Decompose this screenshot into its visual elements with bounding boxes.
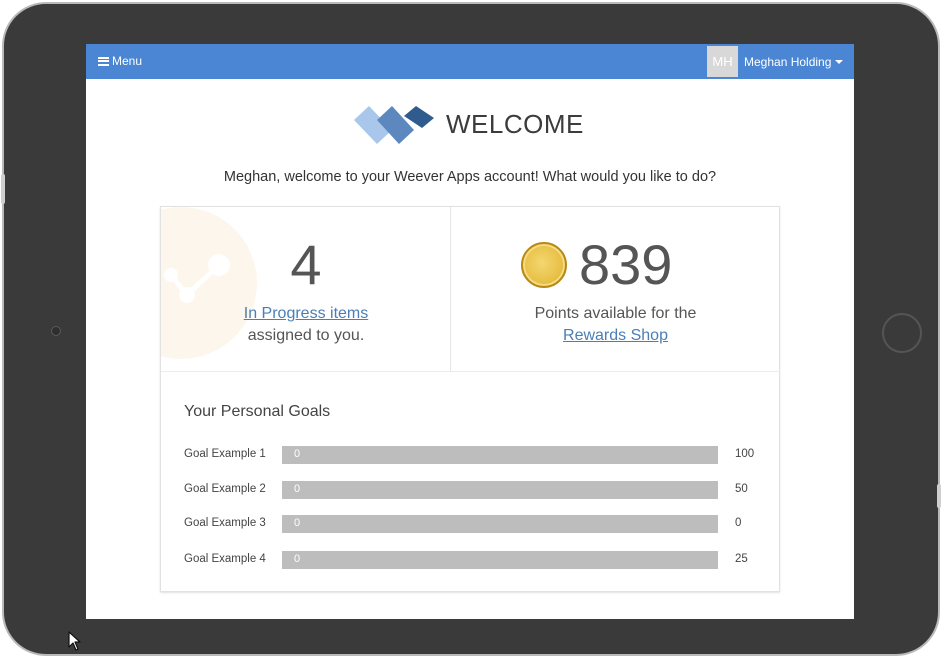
menu-button[interactable]: Menu [98,54,142,68]
goal-label: Goal Example 4 [184,553,266,565]
goal-progress-bar: 0 [282,481,718,499]
goal-progress-bar: 0 [282,551,718,569]
goal-label: Goal Example 2 [184,483,266,495]
goal-progress-bar: 0 [282,515,718,533]
goal-target: 0 [735,517,742,529]
goal-progress-value: 0 [294,483,301,495]
welcome-subtitle: Meghan, welcome to your Weever Apps acco… [223,169,717,185]
home-button[interactable] [882,313,922,353]
avatar: MH [707,46,738,77]
side-button-right [937,484,941,508]
menu-label: Menu [112,54,143,68]
in-progress-count: 4 [290,233,322,296]
goal-row: Goal Example 2 0 50 [184,481,764,499]
hamburger-icon [98,56,109,66]
dashboard-card: 4 In Progress items assigned to you. 839… [160,206,780,592]
weever-logo [354,106,434,144]
page-title: WELCOME [446,108,584,139]
in-progress-description: assigned to you. [247,327,365,344]
app-screen: Menu MH Meghan Holding WELCOME Meghan, w… [86,44,854,619]
mouse-cursor-icon [68,631,81,651]
goals-title: Your Personal Goals [184,403,331,420]
points-row: 839 [521,237,672,293]
goal-label: Goal Example 3 [184,517,266,529]
front-camera [51,326,61,336]
points-description: Points available for the [534,305,697,322]
side-button [1,174,5,204]
goal-row: Goal Example 1 0 100 [184,446,764,464]
goal-progress-bar: 0 [282,446,718,464]
top-navbar: Menu MH Meghan Holding [86,44,854,79]
goal-row: Goal Example 4 0 25 [184,551,764,569]
user-menu[interactable]: MH Meghan Holding [707,46,844,77]
in-progress-text: In Progress items assigned to you. [161,303,450,347]
points-value: 839 [579,233,673,296]
goal-label: Goal Example 1 [184,448,266,460]
goal-target: 25 [735,553,748,565]
goal-target: 100 [735,448,755,460]
goal-target: 50 [735,483,748,495]
caret-down-icon [835,59,844,64]
points-panel: 839 Points available for the Rewards Sho… [451,207,780,372]
goal-progress-value: 0 [294,448,301,460]
user-name: Meghan Holding [744,54,832,69]
goal-row: Goal Example 3 0 0 [184,515,764,533]
in-progress-panel: 4 In Progress items assigned to you. [161,207,451,372]
points-text: Points available for the Rewards Shop [451,303,780,347]
in-progress-link[interactable]: In Progress items [161,303,450,325]
goal-progress-value: 0 [294,517,301,529]
welcome-header: WELCOME [354,104,584,144]
goal-progress-value: 0 [294,553,301,565]
rewards-shop-link[interactable]: Rewards Shop [563,327,668,344]
coin-icon [521,242,567,288]
